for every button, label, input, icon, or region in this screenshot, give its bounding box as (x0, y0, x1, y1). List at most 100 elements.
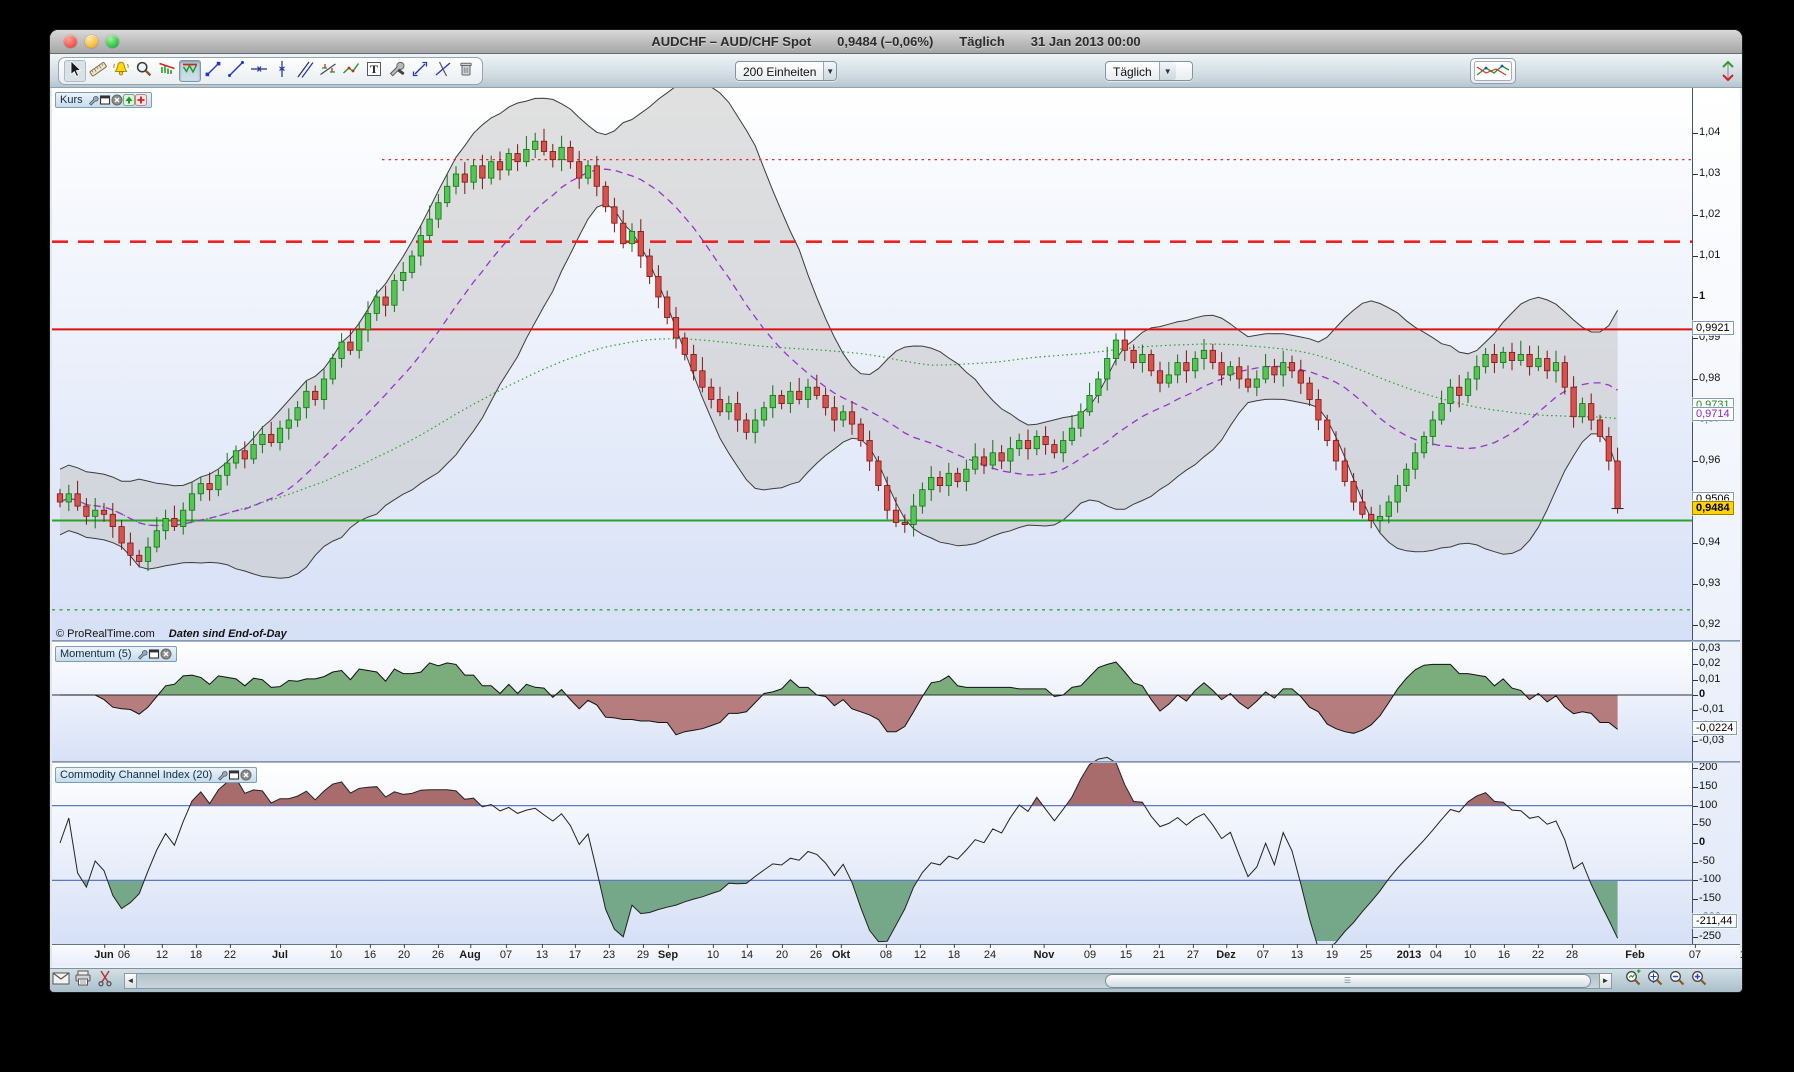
momentum-panel-tab-icons (136, 648, 172, 660)
units-dropdown[interactable]: 200 Einheiten ▼ (735, 61, 837, 81)
svg-text:T: T (370, 62, 378, 76)
cci-wrench-icon[interactable] (216, 769, 228, 781)
price-panel-tab-icons (87, 94, 147, 106)
chevron-down-icon[interactable]: ▼ (823, 62, 836, 80)
price-axis-tick: 1,03 (1692, 167, 1721, 179)
horizontal-scrollbar[interactable]: ☰ (137, 972, 1599, 989)
trendline-points-icon (203, 59, 223, 84)
zoom-window-button[interactable] (106, 35, 119, 48)
axis-marker-bollinger-upper: 0,9921 (1692, 321, 1734, 336)
tool-trendline-points-button[interactable] (202, 60, 224, 82)
momentum-axis-tick: 0 (1692, 688, 1706, 700)
mac-screenshot-background: AUDCHF – AUD/CHF Spot 0,9484 (–0,06%) Tä… (0, 0, 1794, 1072)
zoom-out-button[interactable] (1666, 971, 1688, 991)
tool-ruler-button[interactable] (87, 60, 109, 82)
cut-button[interactable] (94, 970, 116, 991)
timeframe-dropdown[interactable]: Täglich ▼ (1105, 61, 1193, 81)
price-frame-icon[interactable] (99, 94, 111, 106)
tool-text-button[interactable]: T (363, 60, 385, 82)
date-axis-label: 10 (1463, 944, 1477, 961)
date-axis-label: 12 (155, 944, 169, 961)
price-panel-tab[interactable]: Kurs (55, 92, 152, 108)
tool-fibonacci-button[interactable] (317, 60, 339, 82)
tool-pattern-detect-button[interactable] (156, 60, 178, 82)
price-close-icon[interactable] (111, 94, 123, 106)
date-axis-label: 20 (775, 944, 789, 961)
tool-crossed-line-button[interactable] (432, 60, 454, 82)
scroll-right-button[interactable]: ► (1599, 972, 1612, 989)
momentum-close-icon[interactable] (160, 648, 172, 660)
alarm-icon (111, 59, 131, 84)
date-axis-label: 22 (223, 944, 237, 961)
tool-extend-arrows-button[interactable] (409, 60, 431, 82)
cci-close-icon[interactable] (240, 769, 252, 781)
date-axis-label: 28 (1565, 944, 1579, 961)
date-axis-label: 13 (535, 944, 549, 961)
close-window-button[interactable] (64, 35, 77, 48)
momentum-panel-tab[interactable]: Momentum (5) (55, 646, 177, 662)
chart-canvas[interactable] (52, 88, 1692, 944)
momentum-frame-icon[interactable] (148, 648, 160, 660)
units-dropdown-value: 200 Einheiten (743, 65, 817, 79)
value-axis[interactable]: 1,041,031,021,0110,990,980,970,960,950,9… (1692, 88, 1740, 944)
zoom-fit-button[interactable] (1644, 969, 1666, 991)
scroll-left-button[interactable]: ◄ (124, 972, 137, 989)
price-add-icon[interactable] (134, 94, 147, 106)
date-axis-label: 08 (879, 944, 893, 961)
price-axis-tick: 1,02 (1692, 208, 1721, 220)
tool-chart-mode-button[interactable] (179, 60, 201, 82)
tool-horizontal-line-button[interactable] (248, 60, 270, 82)
zoom-out-icon (1667, 968, 1687, 992)
date-axis-label: Aug (459, 944, 481, 961)
ruler-icon (88, 59, 108, 84)
tool-vertical-line-button[interactable] (271, 60, 293, 82)
date-axis-label: 15 (1119, 944, 1133, 961)
date-axis-label: Nov (1033, 944, 1055, 961)
zoom-in-button[interactable] (1688, 971, 1710, 991)
window-titlebar[interactable]: AUDCHF – AUD/CHF Spot 0,9484 (–0,06%) Tä… (50, 30, 1742, 54)
date-axis-label: 12 (913, 944, 927, 961)
tool-parallel-lines-button[interactable] (294, 60, 316, 82)
date-axis-label: 18 (947, 944, 961, 961)
zoom-preset-icon (1623, 968, 1643, 992)
title-instrument: AUDCHF – AUD/CHF Spot (651, 34, 812, 49)
indicators-button[interactable] (1470, 58, 1516, 84)
tool-trash-button[interactable] (455, 60, 477, 82)
minimize-window-button[interactable] (85, 35, 98, 48)
panel-separator[interactable] (52, 761, 1740, 763)
price-axis-tick: 1,04 (1692, 126, 1721, 138)
chevron-down-icon[interactable]: ▼ (1158, 62, 1176, 80)
cci-frame-icon[interactable] (228, 769, 240, 781)
cci-axis-tick: -150 (1692, 892, 1722, 905)
cci-axis-tick: -250 (1692, 929, 1722, 942)
date-axis-label: 09 (1083, 944, 1097, 961)
tool-auto-trend-button[interactable] (340, 60, 362, 82)
tool-cursor-button[interactable] (64, 59, 86, 82)
segment-icon (226, 59, 246, 84)
link-chart-icon[interactable] (1718, 58, 1738, 84)
axis-marker-momentum-current: -0,0224 (1692, 721, 1738, 736)
print-button[interactable] (72, 970, 94, 991)
tool-magnifier-button[interactable] (133, 60, 155, 82)
scrollbar-thumb[interactable]: ☰ (1105, 973, 1591, 988)
price-axis-tick: 0,94 (1692, 536, 1721, 548)
date-axis[interactable]: Jun 06 12 18 22 Jul 10 16 20 26 Aug 07 13 17 23 29 Sep 10… (52, 944, 1742, 966)
mail-button[interactable] (50, 971, 72, 991)
momentum-axis-tick: 0,01 (1692, 672, 1721, 685)
date-axis-label: 10 (706, 944, 720, 961)
momentum-wrench-icon[interactable] (136, 648, 148, 660)
tool-segment-button[interactable] (225, 60, 247, 82)
cci-panel-tab[interactable]: Commodity Channel Index (20) (55, 767, 258, 783)
pattern-detect-icon (157, 59, 177, 84)
price-arrow-up-icon[interactable] (122, 94, 135, 106)
momentum-axis-tick: 0,03 (1692, 642, 1721, 655)
title-period: Täglich (959, 34, 1005, 49)
zoom-preset-button[interactable] (1622, 968, 1644, 992)
panel-separator[interactable] (52, 640, 1740, 642)
tool-tools-button[interactable] (386, 60, 408, 82)
date-axis-label: 21 (1152, 944, 1166, 961)
drawing-tools-group: T (58, 57, 483, 85)
date-axis-label: 04 (1429, 944, 1443, 961)
tool-alarm-button[interactable] (110, 60, 132, 82)
price-wrench-icon[interactable] (87, 94, 99, 106)
